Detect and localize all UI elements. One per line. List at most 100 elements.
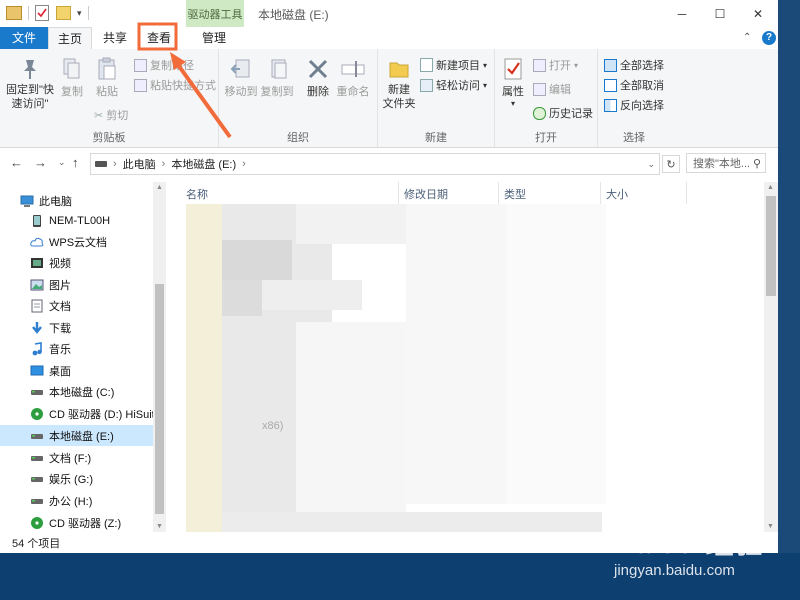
tab-file[interactable]: 文件 <box>0 27 48 49</box>
sidebar-item-label: 音乐 <box>49 343 71 356</box>
new-item-button[interactable]: 新建项目 ▾ <box>420 57 487 73</box>
pin-quick-access-button[interactable]: 固定到"快 速访问" <box>4 55 56 111</box>
sidebar-item-label: WPS云文档 <box>49 236 108 249</box>
rename-button[interactable]: 重命名 <box>335 55 371 99</box>
scissors-icon: ✂ <box>94 109 104 122</box>
delete-button[interactable]: 删除 <box>303 55 333 99</box>
copy-to-button[interactable]: 复制到 <box>259 55 295 99</box>
sidebar-item-15[interactable]: CD 驱动器 (Z:) <box>0 512 153 533</box>
sidebar-item-10[interactable]: CD 驱动器 (D:) HiSuite <box>0 403 161 424</box>
sidebar-item-7[interactable]: 音乐 <box>0 338 153 359</box>
sidebar-item-12[interactable]: 文档 (F:) <box>0 447 153 468</box>
minimize-button[interactable]: ─ <box>664 0 700 27</box>
new-folder-quick-icon[interactable] <box>56 6 71 20</box>
paste-button[interactable]: 粘贴 <box>92 55 122 99</box>
new-folder-icon <box>380 55 418 83</box>
sidebar-item-label: 文档 <box>49 300 71 313</box>
cut-button[interactable]: ✂ 剪切 <box>94 107 128 123</box>
up-arrow-icon[interactable]: ↑ <box>72 155 79 170</box>
select-all-button[interactable]: 全部选择 <box>604 57 664 73</box>
easy-access-button[interactable]: 轻松访问 ▾ <box>420 77 487 93</box>
group-label-organize: 组织 <box>287 132 309 144</box>
breadcrumb-this-pc[interactable]: 此电脑 <box>123 156 156 172</box>
properties-quick-icon[interactable] <box>35 5 49 21</box>
sidebar-item-9[interactable]: 本地磁盘 (C:) <box>0 381 153 402</box>
address-bar[interactable]: › 此电脑 › 本地磁盘 (E:) › ⌄ <box>90 153 660 175</box>
desktop-icon <box>30 364 44 378</box>
column-size[interactable]: 大小 <box>606 186 628 202</box>
breadcrumb-separator: › <box>242 158 246 170</box>
sidebar-item-11[interactable]: 本地磁盘 (E:) <box>0 425 153 446</box>
recent-locations-chevron-icon[interactable]: ⌄ <box>58 157 66 168</box>
sidebar-item-13[interactable]: 娱乐 (G:) <box>0 468 153 489</box>
download-icon <box>30 321 44 335</box>
rename-icon <box>335 55 371 83</box>
address-dropdown-chevron-icon[interactable]: ⌄ <box>647 159 655 170</box>
help-icon[interactable]: ? <box>762 31 776 45</box>
file-list-scroll-thumb[interactable] <box>766 196 776 296</box>
file-list-scrollbar[interactable]: ▲ ▼ <box>764 182 778 532</box>
navigation-pane-scrollbar[interactable]: ▲ ▼ <box>153 182 166 532</box>
properties-button[interactable]: 属性 ▾ <box>497 55 529 108</box>
chevron-down-icon: ▾ <box>574 60 579 70</box>
sidebar-item-6[interactable]: 下载 <box>0 317 153 338</box>
drive-icon <box>30 385 44 399</box>
new-folder-button[interactable]: 新建 文件夹 <box>380 55 418 111</box>
copy-button[interactable]: 复制 <box>58 55 86 99</box>
history-button[interactable]: 历史记录 <box>533 105 593 121</box>
sidebar-item-3[interactable]: 视频 <box>0 252 153 273</box>
ribbon-collapse-icon[interactable]: ⌃ <box>743 32 751 43</box>
sidebar-item-4[interactable]: 图片 <box>0 274 153 295</box>
sidebar-item-2[interactable]: WPS云文档 <box>0 231 153 252</box>
invert-selection-icon <box>604 98 617 112</box>
chevron-down-icon: ▾ <box>483 80 488 90</box>
watermark-url: jingyan.baidu.com <box>614 562 735 579</box>
paste-icon <box>92 55 122 83</box>
computer-icon <box>20 194 34 208</box>
sidebar-item-label: CD 驱动器 (Z:) <box>49 517 122 530</box>
video-icon <box>30 256 44 270</box>
column-type[interactable]: 类型 <box>504 186 526 202</box>
sidebar-item-1[interactable]: NEM-TL00H <box>0 210 153 231</box>
refresh-icon[interactable]: ↻ <box>662 155 680 173</box>
file-explorer-window: ▾ 驱动器工具 本地磁盘 (E:) ─ ☐ ✕ 文件 主页 共享 查看 管理 ⌃… <box>0 0 779 553</box>
copy-path-button[interactable]: 复制路径 <box>134 57 194 73</box>
group-label-select: 选择 <box>623 132 645 144</box>
open-button[interactable]: 打开 ▾ <box>533 57 578 73</box>
tab-share[interactable]: 共享 <box>94 27 136 49</box>
sidebar-item-5[interactable]: 文档 <box>0 295 153 316</box>
select-none-button[interactable]: 全部取消 <box>604 77 664 93</box>
drive-icon <box>30 451 44 465</box>
picture-icon <box>30 278 44 292</box>
cloud-icon <box>30 235 44 249</box>
edit-button[interactable]: 编辑 <box>533 81 571 97</box>
tab-manage[interactable]: 管理 <box>188 27 240 49</box>
navigation-scroll-thumb[interactable] <box>155 284 164 514</box>
tab-view[interactable]: 查看 <box>140 27 178 49</box>
sidebar-item-8[interactable]: 桌面 <box>0 360 153 381</box>
drive-icon <box>30 494 44 508</box>
ribbon: 固定到"快 速访问" 复制 粘贴 复制路径 粘贴快捷方式 ✂ 剪切 剪贴板 移动… <box>0 49 778 148</box>
column-date[interactable]: 修改日期 <box>404 186 448 202</box>
customize-qa-icon[interactable]: ▾ <box>77 8 82 19</box>
paste-shortcut-button[interactable]: 粘贴快捷方式 <box>134 77 216 93</box>
move-to-icon <box>223 55 259 83</box>
sidebar-item-label: 文档 (F:) <box>49 452 92 465</box>
sidebar-item-label: 娱乐 (G:) <box>49 473 93 486</box>
breadcrumb-separator: › <box>161 158 166 170</box>
column-name[interactable]: 名称 <box>186 186 208 202</box>
tab-home[interactable]: 主页 <box>48 27 92 50</box>
watermark: Baidu 经验 jingyan.baidu.com <box>614 522 794 592</box>
search-box[interactable]: 搜索"本地... ⚲ <box>686 153 766 173</box>
select-all-icon <box>604 58 617 72</box>
forward-arrow-icon[interactable]: → <box>34 155 47 170</box>
invert-selection-button[interactable]: 反向选择 <box>604 97 664 113</box>
sidebar-item-0[interactable]: 此电脑 <box>0 190 153 211</box>
back-arrow-icon[interactable]: ← <box>10 155 23 170</box>
breadcrumb-drive[interactable]: 本地磁盘 (E:) <box>171 156 236 172</box>
close-button[interactable]: ✕ <box>740 0 776 27</box>
cd-icon <box>30 516 44 530</box>
sidebar-item-14[interactable]: 办公 (H:) <box>0 490 153 511</box>
maximize-button[interactable]: ☐ <box>702 0 738 27</box>
move-to-button[interactable]: 移动到 <box>223 55 259 99</box>
